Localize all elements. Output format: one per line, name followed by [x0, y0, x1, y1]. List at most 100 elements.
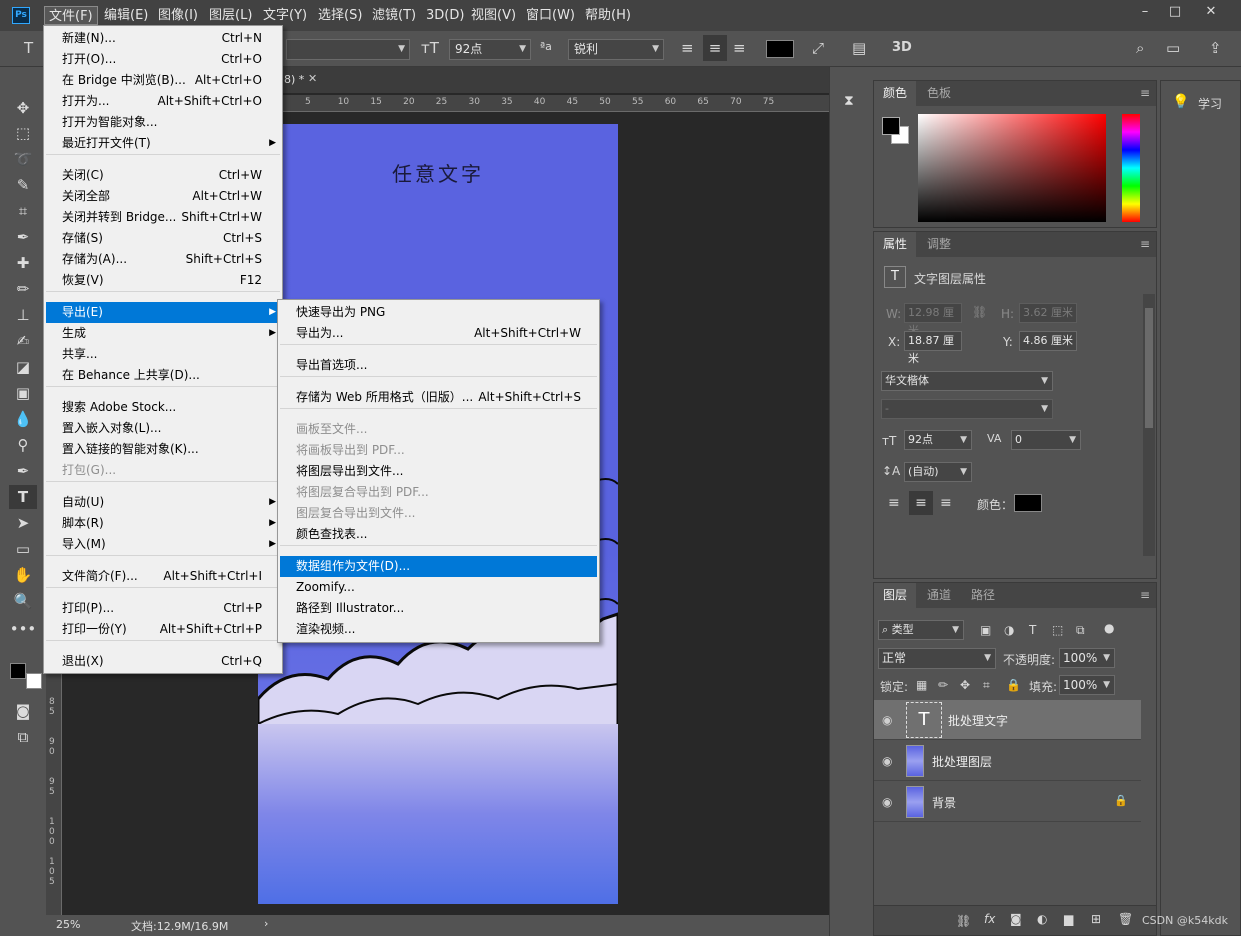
file-menu-item[interactable]: 关闭(C) Ctrl+W [46, 165, 280, 186]
align-left-icon[interactable]: ≡ [888, 495, 900, 511]
menu-type[interactable]: 文字(Y) [259, 6, 311, 25]
menu-select[interactable]: 选择(S) [314, 6, 366, 25]
lock-move-icon[interactable]: ✥ [960, 678, 970, 692]
delete-layer-icon[interactable]: 🗑 [1118, 912, 1133, 926]
file-menu-item[interactable]: 新建(N)... Ctrl+N [46, 28, 280, 49]
pen-tool-icon[interactable]: ✒ [9, 459, 37, 483]
file-menu-item[interactable]: 打开为... Alt+Shift+Ctrl+O [46, 91, 280, 112]
export-menu-item[interactable]: 路径到 Illustrator... [280, 598, 597, 619]
quick-select-tool-icon[interactable]: ✎ [9, 173, 37, 197]
export-menu-item[interactable]: 将画板导出到 PDF... [280, 440, 597, 461]
healing-tool-icon[interactable]: ✚ [9, 251, 37, 275]
menu-view[interactable]: 视图(V) [467, 6, 520, 25]
tab-adjustments[interactable]: 调整 [918, 232, 960, 257]
rectangle-tool-icon[interactable]: ▭ [9, 537, 37, 561]
file-menu-item[interactable]: 打开(O)... Ctrl+O [46, 49, 280, 70]
font-size-select[interactable]: 92点 ▼ [449, 39, 531, 60]
file-menu-item[interactable]: 生成 ▶ [46, 323, 280, 344]
character-panel-icon[interactable]: ▤ [852, 39, 866, 57]
file-menu-item[interactable]: 置入链接的智能对象(K)... [46, 439, 280, 460]
export-menu-item[interactable]: 快速导出为 PNG [280, 302, 597, 323]
eraser-tool-icon[interactable]: ◪ [9, 355, 37, 379]
height-field[interactable]: 3.62 厘米 [1019, 303, 1077, 323]
menu-window[interactable]: 窗口(W) [522, 6, 579, 25]
file-menu-item[interactable]: 关闭并转到 Bridge... Shift+Ctrl+W [46, 207, 280, 228]
link-layers-icon[interactable]: ⛓ [956, 914, 971, 928]
font-style-select[interactable]: ▼ [286, 39, 410, 60]
align-center-icon[interactable]: ≡ [703, 35, 727, 61]
layer-name[interactable]: 批处理文字 [948, 712, 1008, 729]
export-menu-item[interactable]: 数据组作为文件(D)... [280, 556, 597, 577]
tab-color[interactable]: 颜色 [874, 81, 917, 106]
close-tab-icon[interactable]: ✕ [308, 72, 317, 85]
learn-label[interactable]: 学习 [1198, 95, 1222, 112]
lock-transparency-icon[interactable]: ▦ [916, 678, 927, 692]
history-brush-icon[interactable]: ✍ [9, 329, 37, 353]
scrollbar-thumb[interactable] [1145, 308, 1153, 428]
export-menu-item[interactable]: 图层复合导出到文件... [280, 503, 597, 524]
lasso-tool-icon[interactable]: ➰ [9, 147, 37, 171]
minimize-button[interactable]: – [1130, 3, 1160, 21]
export-menu-item[interactable]: 存储为 Web 所用格式（旧版）... Alt+Shift+Ctrl+S [280, 387, 597, 408]
new-layer-icon[interactable]: ⊞ [1091, 912, 1101, 926]
file-menu-item[interactable]: 退出(X) Ctrl+Q [46, 651, 280, 672]
panel-menu-icon[interactable]: ≡ [1140, 237, 1150, 251]
file-menu-item[interactable]: 最近打开文件(T) ▶ [46, 133, 280, 154]
export-menu-item[interactable]: 将图层导出到文件... [280, 461, 597, 482]
maximize-button[interactable]: □ [1160, 3, 1190, 21]
blend-mode-select[interactable]: 正常 ▼ [878, 648, 996, 669]
quick-mask-icon[interactable]: ◙ [9, 699, 37, 723]
workspace-icon[interactable]: ▭ [1166, 39, 1180, 57]
type-tool-icon[interactable]: T [9, 485, 37, 509]
tab-properties[interactable]: 属性 [874, 232, 917, 257]
scrollbar[interactable] [1143, 294, 1155, 556]
layer-filter-select[interactable]: ⌕ 类型 ▼ [878, 620, 964, 640]
export-menu-item[interactable]: 画板至文件... [280, 419, 597, 440]
history-panel-icon[interactable]: ⧗ [844, 93, 854, 109]
file-menu-item[interactable]: 打包(G)... [46, 460, 280, 481]
export-menu-item[interactable]: 导出为... Alt+Shift+Ctrl+W [280, 323, 597, 344]
lock-paint-icon[interactable]: ✏ [938, 678, 948, 692]
file-menu-item[interactable]: 恢复(V) F12 [46, 270, 280, 291]
filter-adjustment-icon[interactable]: ◑ [1004, 623, 1014, 637]
lock-artboard-icon[interactable]: ⌗ [983, 678, 990, 693]
align-left-icon[interactable]: ≡ [681, 39, 694, 57]
3d-button[interactable]: 3D [892, 40, 912, 55]
filter-shape-icon[interactable]: ⬚ [1052, 623, 1063, 637]
export-menu-item[interactable]: Zoomify... [280, 577, 597, 598]
layer-row-background[interactable]: ◉ 背景 🔒 [874, 782, 1141, 822]
file-menu-item[interactable]: 导出(E) ▶ [46, 302, 280, 323]
export-menu-item[interactable]: 将图层复合导出到 PDF... [280, 482, 597, 503]
export-menu-item[interactable]: 导出首选项... [280, 355, 597, 376]
foreground-color-swatch[interactable] [10, 663, 26, 679]
layer-name[interactable]: 背景 [932, 794, 956, 811]
align-right-icon[interactable]: ≡ [733, 39, 746, 57]
warp-text-icon[interactable]: ⤢ [812, 39, 824, 57]
move-tool-icon[interactable]: ✥ [9, 96, 37, 120]
text-color-swatch[interactable] [1014, 494, 1042, 512]
eyedropper-tool-icon[interactable]: ✒ [9, 225, 37, 249]
tab-swatches[interactable]: 色板 [918, 81, 960, 106]
link-icon[interactable]: ⛓ [972, 305, 987, 319]
menu-file[interactable]: 文件(F) [44, 6, 98, 25]
menu-image[interactable]: 图像(I) [154, 6, 202, 25]
menu-edit[interactable]: 编辑(E) [100, 6, 152, 25]
font-family-select[interactable]: 华文楷体 ▼ [881, 371, 1053, 391]
eye-icon[interactable]: ◉ [882, 754, 892, 768]
background-color-swatch[interactable] [26, 673, 42, 689]
file-menu-item[interactable]: 文件简介(F)... Alt+Shift+Ctrl+I [46, 566, 280, 587]
type-tool-icon[interactable]: T [24, 39, 33, 57]
add-mask-icon[interactable]: ◙ [1010, 912, 1022, 926]
file-menu-item[interactable]: 打印(P)... Ctrl+P [46, 598, 280, 619]
y-field[interactable]: 4.86 厘米 [1019, 331, 1077, 351]
tracking-select[interactable]: 0 ▼ [1011, 430, 1081, 450]
file-menu-item[interactable]: 在 Behance 上共享(D)... [46, 365, 280, 386]
tab-layers[interactable]: 图层 [874, 583, 917, 608]
panel-menu-icon[interactable]: ≡ [1140, 86, 1150, 100]
menu-help[interactable]: 帮助(H) [581, 6, 635, 25]
new-group-icon[interactable]: ▆ [1064, 912, 1073, 926]
opacity-field[interactable]: 100% ▼ [1059, 648, 1115, 668]
filter-pixel-icon[interactable]: ▣ [980, 623, 991, 637]
share-icon[interactable]: ⇪ [1209, 39, 1222, 57]
menu-layer[interactable]: 图层(L) [205, 6, 256, 25]
